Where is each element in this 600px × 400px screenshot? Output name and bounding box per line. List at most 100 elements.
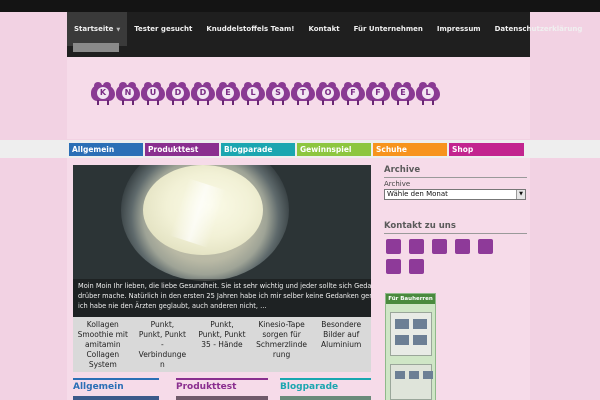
block-image[interactable]	[280, 396, 371, 400]
thumb-line: Verbindunge	[138, 350, 187, 359]
site-logo[interactable]: KNUDDELSTOFFEL	[91, 82, 441, 105]
thumb-line: Besondere	[321, 320, 362, 329]
nav-item-fuer-unternehmen[interactable]: Für Unternehmen	[347, 12, 430, 46]
block-blogparade[interactable]: Blogparade	[280, 378, 371, 400]
nav-item-label: Für Unternehmen	[353, 25, 423, 33]
logo-sheep-icon: L	[241, 82, 265, 105]
thumb-line: -	[161, 340, 164, 349]
category-tab-produkttest[interactable]: Produkttest	[145, 143, 219, 156]
social-icon[interactable]	[455, 239, 470, 254]
logo-letter: L	[247, 87, 259, 99]
nav-item-startseite[interactable]: Startseite ▼	[67, 12, 128, 46]
thumb-line: amitamin	[84, 340, 121, 349]
nav-item-tester-gesucht[interactable]: Tester gesucht	[127, 12, 199, 46]
slider-thumb[interactable]: Punkt, Punkt, Punkt - Verbindunge n	[133, 317, 193, 372]
block-title[interactable]: Blogparade	[280, 380, 371, 392]
block-image[interactable]	[176, 396, 268, 400]
nav-items: Startseite ▼ Tester gesucht Knuddelstoffe…	[67, 12, 589, 46]
social-icon[interactable]	[478, 239, 493, 254]
logo-letter: E	[397, 87, 409, 99]
thumb-line: 35 - Hände	[201, 340, 243, 349]
ad-image	[390, 364, 432, 400]
thumb-line: Kollagen	[86, 320, 119, 329]
nav-item-label: Knuddelstoffels Team!	[206, 25, 295, 33]
thumb-line: Aluminium	[321, 340, 362, 349]
logo-sheep-icon: T	[291, 82, 315, 105]
logo-letter: U	[147, 87, 159, 99]
sidebar-ad-banner[interactable]: Für Bauherren	[385, 293, 436, 400]
logo-sheep-icon: O	[316, 82, 340, 105]
category-tab-gewinnspiel[interactable]: Gewinnspiel	[297, 143, 371, 156]
logo-letter: L	[422, 87, 434, 99]
thumb-line: Schmerzlinde	[256, 340, 308, 349]
category-tab-blogparade[interactable]: Blogparade	[221, 143, 295, 156]
block-title[interactable]: Produkttest	[176, 380, 268, 392]
slider-caption[interactable]: Moin Moin Ihr lieben, die liebe Gesundhe…	[73, 279, 371, 317]
logo-sheep-icon: F	[366, 82, 390, 105]
slider-thumb[interactable]: Kinesio-Tape sorgen für Schmerzlinde rung	[252, 317, 312, 372]
nav-item-kontakt[interactable]: Kontakt	[301, 12, 346, 46]
caption-line: Moin Moin Ihr lieben, die liebe Gesundhe…	[78, 282, 371, 290]
category-tab-shop[interactable]: Shop	[449, 143, 524, 156]
slider-thumb[interactable]: Kollagen Smoothie mit amitamin Collagen Syst…	[73, 317, 133, 372]
thumb-line: sorgen für	[262, 330, 301, 339]
thumb-line: rung	[272, 350, 291, 359]
slider-thumb[interactable]: Besondere Bilder auf Aluminium	[311, 317, 371, 372]
category-tab-schuhe[interactable]: Schuhe	[373, 143, 447, 156]
archive-label: Archive	[384, 180, 411, 188]
category-tabs: Allgemein Produkttest Blogparade Gewinns…	[69, 143, 526, 156]
logo-letter: N	[122, 87, 134, 99]
block-produkttest[interactable]: Produkttest	[176, 378, 268, 400]
archive-select[interactable]: Wähle den Monat ▼	[384, 189, 526, 200]
logo-sheep-icon: D	[191, 82, 215, 105]
thumb-line: Punkt, Punkt	[198, 330, 246, 339]
nav-item-impressum[interactable]: Impressum	[430, 12, 488, 46]
logo-sheep-icon: D	[166, 82, 190, 105]
thumb-line: Punkt, Punkt	[138, 330, 186, 339]
thumb-line: Punkt,	[210, 320, 234, 329]
block-title[interactable]: Allgemein	[73, 380, 159, 392]
thumb-line: n	[160, 360, 165, 369]
nav-item-label: Impressum	[436, 25, 481, 33]
slider-thumbnails: Kollagen Smoothie mit amitamin Collagen Syst…	[73, 317, 371, 372]
nav-item-datenschutz[interactable]: Datenschutzerklärung	[488, 12, 590, 46]
site-header: KNUDDELSTOFFEL	[67, 57, 530, 139]
social-icon[interactable]	[386, 239, 401, 254]
logo-letter: T	[297, 87, 309, 99]
thumb-line: Bilder auf	[323, 330, 360, 339]
logo-letter: F	[347, 87, 359, 99]
caption-line: drüber mache. Natürlich in den ersten 25…	[78, 292, 371, 300]
nav-item-label: Startseite	[74, 25, 114, 33]
logo-letter: D	[197, 87, 209, 99]
social-icon[interactable]	[386, 259, 401, 274]
archive-select-value: Wähle den Monat	[387, 190, 448, 198]
thumb-line: Kinesio-Tape	[258, 320, 305, 329]
logo-sheep-icon: N	[116, 82, 140, 105]
chevron-down-icon: ▼	[516, 190, 525, 199]
social-icons	[384, 239, 514, 279]
block-image[interactable]	[73, 396, 159, 400]
social-icon[interactable]	[432, 239, 447, 254]
thumb-line: Smoothie mit	[77, 330, 128, 339]
contact-heading: Kontakt zu uns	[384, 221, 527, 234]
logo-sheep-icon: K	[91, 82, 115, 105]
slider-thumb[interactable]: Punkt, Punkt, Punkt 35 - Hände	[192, 317, 252, 372]
nav-item-team[interactable]: Knuddelstoffels Team!	[199, 12, 301, 46]
social-icon[interactable]	[409, 239, 424, 254]
top-strip	[0, 0, 600, 12]
social-icon[interactable]	[409, 259, 424, 274]
featured-slider[interactable]: Moin Moin Ihr lieben, die liebe Gesundhe…	[73, 165, 371, 317]
logo-sheep-icon: E	[216, 82, 240, 105]
archive-heading: Archive	[384, 165, 527, 178]
thumb-line: System	[88, 360, 117, 369]
nav-item-label: Kontakt	[308, 25, 340, 33]
logo-letter: F	[372, 87, 384, 99]
category-tab-allgemein[interactable]: Allgemein	[69, 143, 143, 156]
block-allgemein[interactable]: Allgemein	[73, 378, 159, 400]
logo-letter: K	[97, 87, 109, 99]
sidebar: Archive Archive Wähle den Monat ▼ Kontak…	[384, 165, 527, 400]
logo-letter: S	[272, 87, 284, 99]
logo-letter: E	[222, 87, 234, 99]
nav-submenu-bar[interactable]	[73, 43, 119, 52]
logo-sheep-icon: F	[341, 82, 365, 105]
